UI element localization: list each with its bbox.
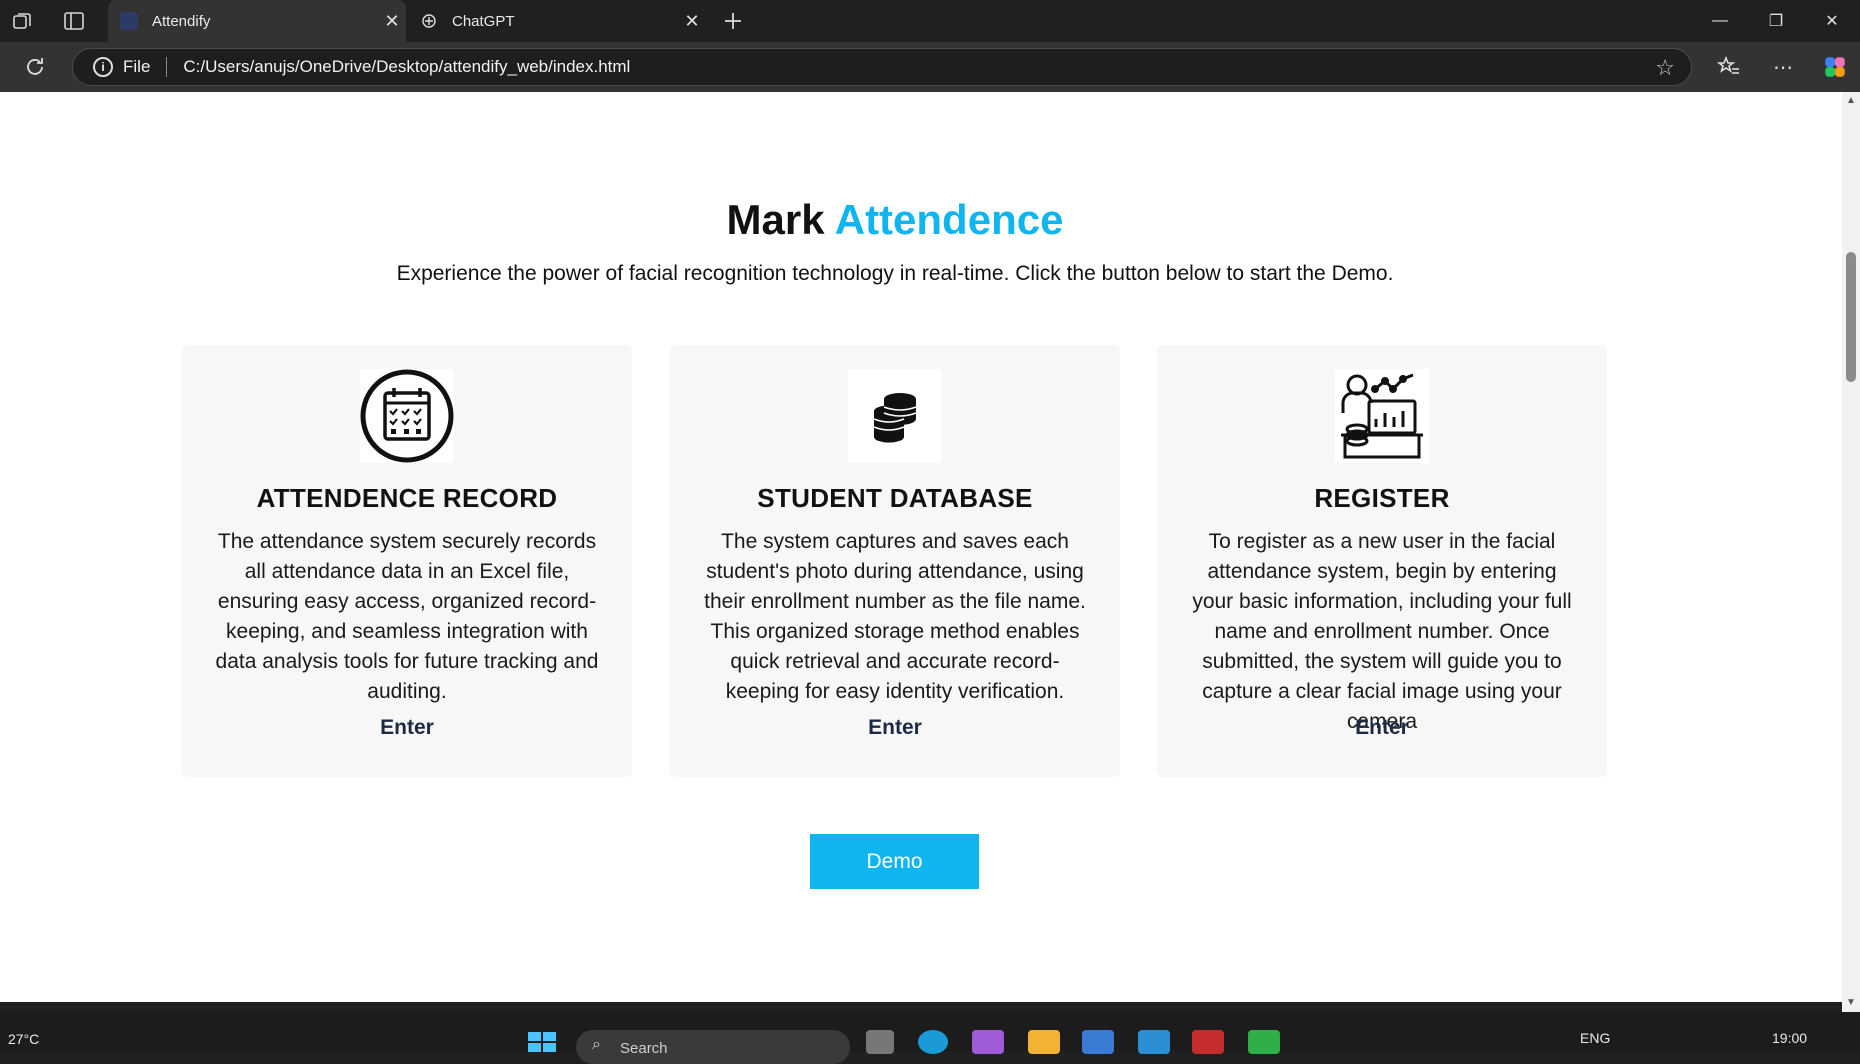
task-view-icon[interactable] <box>866 1030 894 1054</box>
card-description: The attendance system securely records a… <box>215 530 599 703</box>
card-title: STUDENT DATABASE <box>757 483 1033 513</box>
card-description: To register as a new user in the facial … <box>1192 530 1572 733</box>
address-bar[interactable]: i File C:/Users/anujs/OneDrive/Desktop/a… <box>72 48 1692 86</box>
scroll-up-arrow-icon[interactable]: ▲ <box>1845 96 1857 106</box>
tab-attendify[interactable]: Attendify ✕ <box>108 0 406 42</box>
favorites-icon[interactable] <box>1714 52 1744 82</box>
favorite-star-icon[interactable]: ☆ <box>1655 55 1675 81</box>
page-title-main: Mark <box>726 196 825 243</box>
windows-taskbar: 27°C ⌕ Search ENG 19:00 <box>0 1012 1860 1064</box>
close-tab-icon[interactable]: ✕ <box>378 11 406 32</box>
start-windows-icon[interactable] <box>528 1032 556 1052</box>
user-analytics-icon <box>1335 369 1429 463</box>
card-register: REGISTER To register as a new user in th… <box>1157 345 1607 777</box>
calendar-checklist-icon <box>360 369 454 463</box>
card-description: The system captures and saves each stude… <box>704 530 1086 703</box>
app-chart-icon[interactable] <box>1248 1030 1280 1054</box>
tab-chatgpt[interactable]: ChatGPT ✕ <box>408 0 706 42</box>
browser-tab-bar: Attendify ✕ ChatGPT ✕ — ❐ ✕ <box>0 0 1860 42</box>
chatgpt-favicon-icon <box>420 12 438 30</box>
address-separator <box>166 57 168 77</box>
page-viewport: Mark Attendence Experience the power of … <box>0 92 1842 1002</box>
close-window-icon[interactable]: ✕ <box>1804 0 1860 42</box>
enter-attendence-record-link[interactable]: Enter <box>182 716 632 740</box>
weather-temperature[interactable]: 27°C <box>8 1031 39 1047</box>
card-title: ATTENDENCE RECORD <box>256 483 558 513</box>
new-tab-icon[interactable] <box>721 9 745 33</box>
scrollbar-thumb[interactable] <box>1846 252 1856 382</box>
file-explorer-icon[interactable] <box>1028 1030 1060 1054</box>
search-placeholder: Search <box>620 1040 668 1057</box>
card-attendence-record: ATTENDENCE RECORD The attendance system … <box>182 345 632 777</box>
card-title: REGISTER <box>1314 483 1450 513</box>
tab-title: ChatGPT <box>452 12 515 30</box>
copilot-app-icon[interactable] <box>972 1030 1004 1054</box>
store-icon[interactable] <box>1082 1030 1114 1054</box>
refresh-icon[interactable] <box>20 52 50 82</box>
page-scrollbar[interactable]: ▲ ▼ <box>1842 92 1860 1012</box>
page-title: Mark Attendence <box>0 196 1790 244</box>
tab-title: Attendify <box>152 12 211 30</box>
attendify-favicon-icon <box>120 12 138 30</box>
address-url[interactable]: C:/Users/anujs/OneDrive/Desktop/attendif… <box>183 57 630 77</box>
info-icon[interactable]: i <box>93 57 113 77</box>
card-student-database: STUDENT DATABASE The system captures and… <box>670 345 1120 777</box>
close-tab-icon[interactable]: ✕ <box>678 11 706 32</box>
demo-button[interactable]: Demo <box>810 834 979 889</box>
workspaces-icon[interactable] <box>10 9 34 33</box>
enter-student-database-link[interactable]: Enter <box>670 716 1120 740</box>
page-title-accent: Attendence <box>834 196 1064 243</box>
database-stack-icon <box>848 369 942 463</box>
vscode-icon[interactable] <box>1138 1030 1170 1054</box>
input-language[interactable]: ENG <box>1580 1030 1610 1046</box>
gmail-icon[interactable] <box>1192 1030 1224 1054</box>
restore-icon[interactable]: ❐ <box>1748 0 1804 42</box>
vertical-tabs-icon[interactable] <box>62 9 86 33</box>
copilot-icon[interactable] <box>1820 52 1850 82</box>
more-menu-icon[interactable]: ⋯ <box>1768 52 1798 82</box>
browser-toolbar: i File C:/Users/anujs/OneDrive/Desktop/a… <box>0 42 1860 92</box>
scroll-down-arrow-icon[interactable]: ▼ <box>1845 998 1857 1008</box>
edge-icon[interactable] <box>918 1030 948 1054</box>
taskbar-search[interactable]: ⌕ Search <box>576 1030 850 1064</box>
clock-time[interactable]: 19:00 <box>1772 1030 1807 1046</box>
page-subtitle: Experience the power of facial recogniti… <box>396 262 1394 285</box>
address-scheme: File <box>123 57 151 76</box>
enter-register-link[interactable]: Enter <box>1157 716 1607 740</box>
search-icon: ⌕ <box>592 1036 601 1053</box>
minimize-icon[interactable]: — <box>1692 0 1748 42</box>
